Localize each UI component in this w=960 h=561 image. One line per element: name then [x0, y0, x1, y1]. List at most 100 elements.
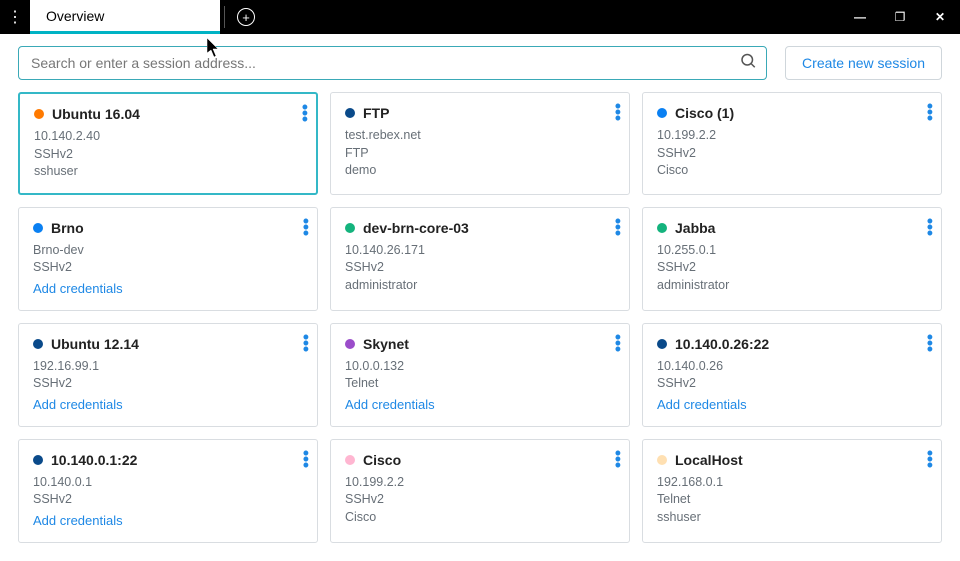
session-protocol: SSHv2	[345, 259, 615, 277]
session-name: Cisco (1)	[675, 105, 734, 121]
session-card[interactable]: Skynet •••10.0.0.132Telnet Add credentials	[330, 323, 630, 427]
window-minimize-button[interactable]	[840, 0, 880, 34]
session-details: 10.140.2.40SSHv2sshuser	[34, 128, 302, 181]
add-credentials-link[interactable]: Add credentials	[33, 281, 123, 296]
session-card[interactable]: Ubuntu 16.04 •••10.140.2.40SSHv2sshuser	[18, 92, 318, 195]
session-card[interactable]: Jabba•••10.255.0.1SSHv2administrator	[642, 207, 942, 311]
card-menu-button[interactable]: •••	[303, 334, 309, 352]
session-name: dev-brn-core-03	[363, 220, 469, 236]
status-dot-icon	[657, 455, 667, 465]
session-details: 10.199.2.2SSHv2Cisco	[345, 474, 615, 527]
session-user: demo	[345, 162, 615, 180]
session-name: LocalHost	[675, 452, 743, 468]
card-menu-button[interactable]: •••	[615, 218, 621, 236]
session-name: Skynet	[363, 336, 409, 352]
add-credentials-link[interactable]: Add credentials	[657, 397, 747, 412]
card-menu-button[interactable]: •••	[927, 334, 933, 352]
card-header: Cisco	[345, 452, 615, 468]
session-name: 10.140.0.1:22	[51, 452, 137, 468]
status-dot-icon	[33, 455, 43, 465]
card-menu-button[interactable]: •••	[615, 450, 621, 468]
card-menu-button[interactable]: •••	[303, 218, 309, 236]
session-card[interactable]: 10.140.0.26:22•••10.140.0.26SSHv2Add cre…	[642, 323, 942, 427]
session-host: 10.199.2.2	[657, 127, 927, 145]
session-host: Brno-dev	[33, 242, 303, 260]
card-menu-button[interactable]: •••	[615, 334, 621, 352]
session-card[interactable]: LocalHost •••192.168.0.1Telnetsshuser	[642, 439, 942, 543]
add-credentials-link[interactable]: Add credentials	[33, 513, 123, 528]
session-protocol: Telnet	[657, 491, 927, 509]
status-dot-icon	[345, 339, 355, 349]
status-dot-icon	[33, 223, 43, 233]
session-card[interactable]: 10.140.0.1:22 •••10.140.0.1SSHv2 Add crede…	[18, 439, 318, 543]
tab-overview[interactable]: Overview	[30, 0, 220, 34]
session-host: 192.16.99.1	[33, 358, 303, 376]
session-protocol: SSHv2	[34, 146, 302, 164]
session-details: 10.140.0.1SSHv2	[33, 474, 303, 509]
card-header: dev-brn-core-03	[345, 220, 615, 236]
session-protocol: FTP	[345, 145, 615, 163]
session-card[interactable]: Brno•••Brno-devSSHv2Add credentials	[18, 207, 318, 311]
tab-label: Overview	[46, 8, 104, 24]
session-host: 10.199.2.2	[345, 474, 615, 492]
card-menu-button[interactable]: •••	[615, 103, 621, 121]
app-menu-button[interactable]: ⋮	[0, 0, 30, 34]
card-header: FTP	[345, 105, 615, 121]
add-credentials-link[interactable]: Add credentials	[33, 397, 123, 412]
session-protocol: SSHv2	[33, 375, 303, 393]
window-maximize-button[interactable]	[880, 0, 920, 34]
session-user: Cisco	[657, 162, 927, 180]
session-protocol: SSHv2	[657, 259, 927, 277]
card-menu-button[interactable]: •••	[302, 104, 308, 122]
session-host: 10.0.0.132	[345, 358, 615, 376]
session-card[interactable]: dev-brn-core-03 •••10.140.26.171SSHv2admi…	[330, 207, 630, 311]
session-host: 10.140.26.171	[345, 242, 615, 260]
card-header: LocalHost	[657, 452, 927, 468]
status-dot-icon	[345, 223, 355, 233]
session-details: 10.140.26.171SSHv2administrator	[345, 242, 615, 295]
card-header: Ubuntu 16.04	[34, 106, 302, 122]
titlebar: ⋮ Overview +	[0, 0, 960, 34]
session-name: Ubuntu 12.14	[51, 336, 139, 352]
add-credentials-link[interactable]: Add credentials	[345, 397, 435, 412]
session-protocol: SSHv2	[33, 491, 303, 509]
window-close-button[interactable]	[920, 0, 960, 34]
session-details: 192.16.99.1SSHv2	[33, 358, 303, 393]
card-header: Skynet	[345, 336, 615, 352]
session-host: 192.168.0.1	[657, 474, 927, 492]
card-menu-button[interactable]: •••	[927, 450, 933, 468]
session-name: Ubuntu 16.04	[52, 106, 140, 122]
session-protocol: Telnet	[345, 375, 615, 393]
toolbar: Create new session	[0, 34, 960, 92]
card-menu-button[interactable]: •••	[303, 450, 309, 468]
session-details: Brno-devSSHv2	[33, 242, 303, 277]
session-card[interactable]: FTP•••test.rebex.netFTPdemo	[330, 92, 630, 195]
status-dot-icon	[345, 108, 355, 118]
session-details: 10.0.0.132Telnet	[345, 358, 615, 393]
session-details: 10.199.2.2SSHv2Cisco	[657, 127, 927, 180]
session-host: 10.255.0.1	[657, 242, 927, 260]
search-input[interactable]	[18, 46, 767, 80]
plus-icon: +	[237, 8, 255, 26]
session-user: sshuser	[34, 163, 302, 181]
tab-divider	[224, 6, 225, 28]
session-details: 192.168.0.1Telnetsshuser	[657, 474, 927, 527]
card-header: 10.140.0.26:22	[657, 336, 927, 352]
card-header: 10.140.0.1:22	[33, 452, 303, 468]
session-card[interactable]: Cisco•••10.199.2.2SSHv2Cisco	[330, 439, 630, 543]
card-menu-button[interactable]: •••	[927, 218, 933, 236]
session-host: test.rebex.net	[345, 127, 615, 145]
session-card[interactable]: Cisco (1) •••10.199.2.2SSHv2Cisco	[642, 92, 942, 195]
status-dot-icon	[657, 108, 667, 118]
session-protocol: SSHv2	[33, 259, 303, 277]
new-tab-button[interactable]: +	[229, 0, 263, 34]
sessions-grid: Ubuntu 16.04•••10.140.2.40SSHv2sshuserFT…	[0, 92, 960, 561]
session-user: Cisco	[345, 509, 615, 527]
titlebar-spacer	[263, 0, 840, 34]
session-user: administrator	[345, 277, 615, 295]
card-menu-button[interactable]: •••	[927, 103, 933, 121]
create-session-button[interactable]: Create new session	[785, 46, 942, 80]
status-dot-icon	[345, 455, 355, 465]
session-name: Jabba	[675, 220, 715, 236]
session-card[interactable]: Ubuntu 12.14 •••192.16.99.1SSHv2 Add crede…	[18, 323, 318, 427]
